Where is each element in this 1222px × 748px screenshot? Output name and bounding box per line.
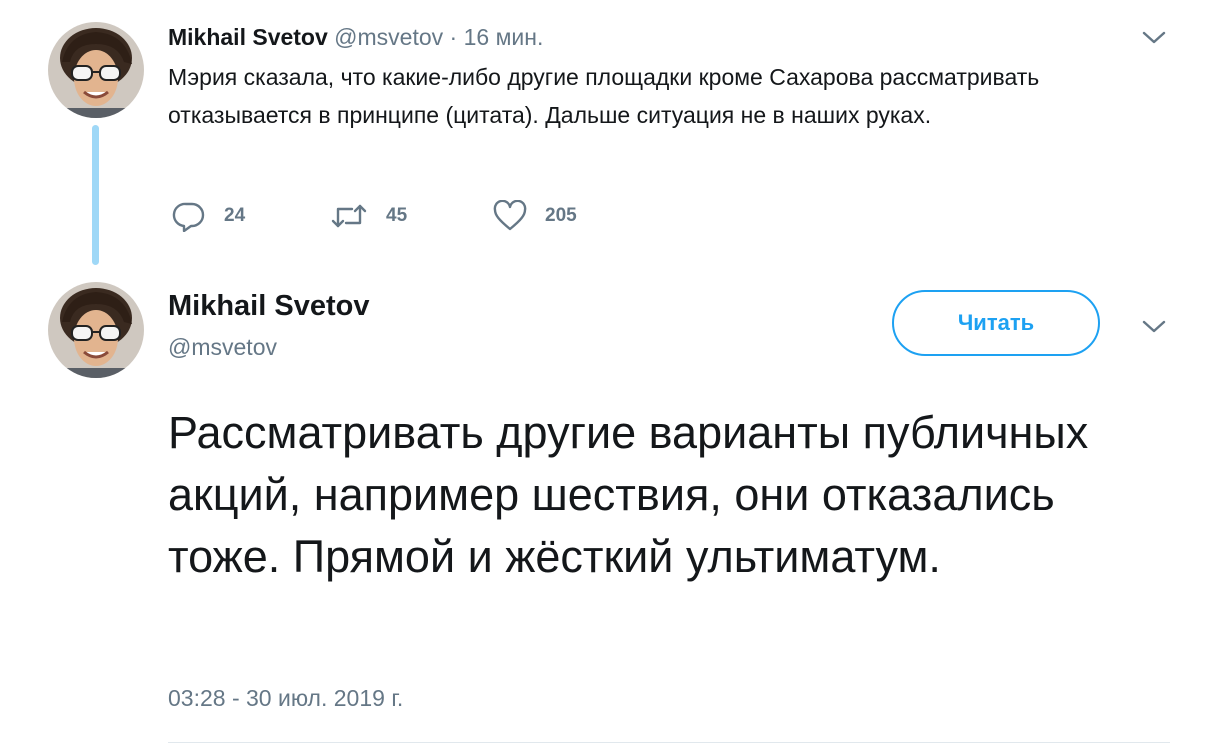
divider — [168, 742, 1170, 743]
reply-icon — [172, 202, 205, 232]
tweet2-timestamp[interactable]: 03:28 - 30 июл. 2019 г. — [168, 683, 403, 713]
tweet1-separator: · — [449, 24, 458, 50]
retweet-button[interactable]: 45 — [330, 200, 407, 232]
reply-button[interactable]: 24 — [172, 200, 245, 232]
chevron-down-icon[interactable] — [1141, 319, 1167, 335]
like-count: 205 — [545, 205, 577, 226]
heart-icon — [493, 200, 527, 231]
retweet-icon — [331, 204, 367, 228]
tweet2-avatar[interactable] — [48, 282, 144, 378]
tweet2-author-name[interactable]: Mikhail Svetov — [168, 288, 369, 324]
like-button[interactable]: 205 — [493, 200, 577, 232]
tweet1-handle[interactable]: @msvetov — [334, 24, 443, 50]
tweet1-header: Mikhail Svetov @msvetov · 16 мин. — [168, 22, 543, 52]
tweet2-text: Рассматривать другие варианты публичных … — [168, 407, 1089, 582]
tweet1-author-name[interactable]: Mikhail Svetov — [168, 24, 328, 50]
follow-button[interactable]: Читать — [892, 290, 1100, 356]
retweet-count: 45 — [386, 205, 408, 226]
avatar-image — [48, 282, 144, 378]
tweet1-time[interactable]: 16 мин. — [464, 24, 544, 50]
tweet1-avatar[interactable] — [48, 22, 144, 118]
tweet1-text: Мэрия сказала, что какие-либо другие пло… — [168, 64, 1040, 128]
thread-connector — [92, 125, 99, 265]
reply-count: 24 — [224, 205, 246, 226]
chevron-down-icon[interactable] — [1141, 30, 1167, 46]
tweet2-handle[interactable]: @msvetov — [168, 332, 277, 362]
avatar-image — [48, 22, 144, 118]
